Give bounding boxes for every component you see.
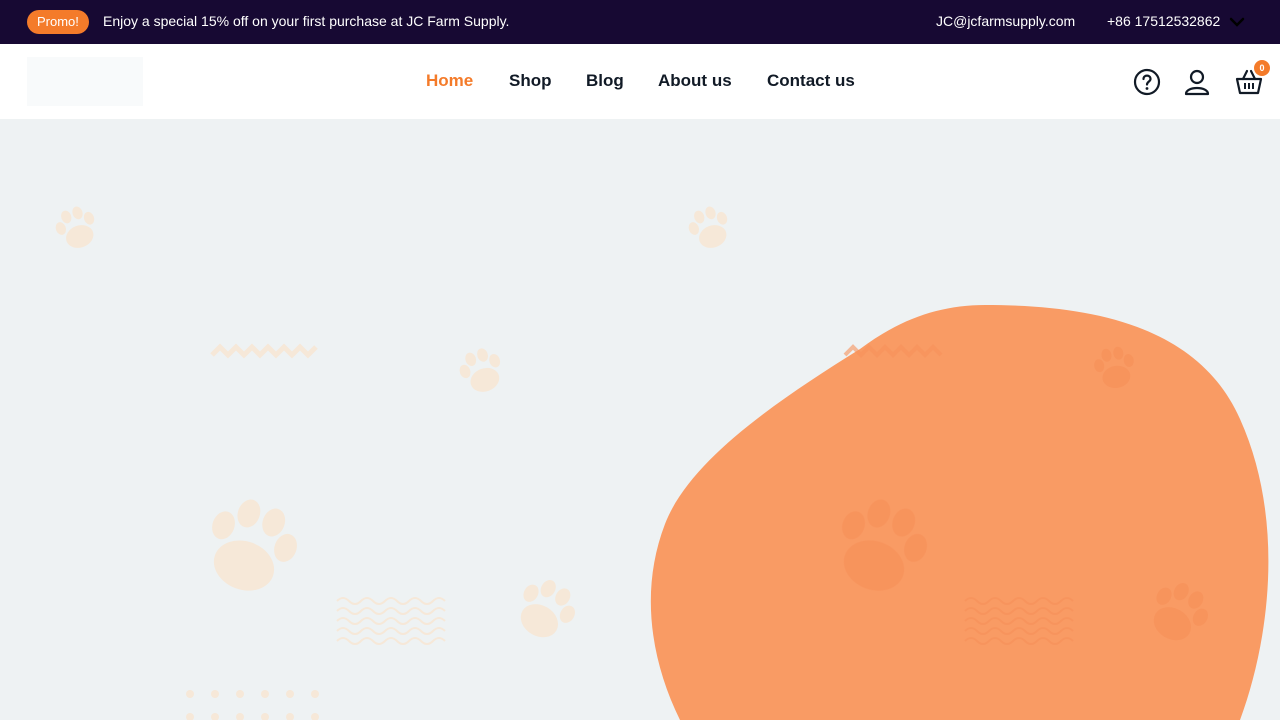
promo-text: Enjoy a special 15% off on your first pu… xyxy=(103,13,510,29)
hero-section xyxy=(0,119,1280,720)
promo-badge: Promo! xyxy=(27,10,89,34)
paw-print-icon xyxy=(454,343,509,398)
nav-blog[interactable]: Blog xyxy=(586,71,624,91)
paw-print-icon xyxy=(507,570,585,649)
paw-print-icon xyxy=(194,489,308,604)
zigzag-decoration xyxy=(210,343,318,359)
cart-count-badge: 0 xyxy=(1254,60,1270,76)
paw-print-icon xyxy=(683,201,736,254)
user-icon[interactable] xyxy=(1183,68,1211,96)
site-header: Home Shop Blog About us Contact us xyxy=(0,44,1280,119)
contact-phone[interactable]: +86 17512532862 xyxy=(1107,13,1220,29)
nav-shop[interactable]: Shop xyxy=(509,71,552,91)
nav-about-us[interactable]: About us xyxy=(658,71,732,91)
nav-contact-us[interactable]: Contact us xyxy=(767,71,855,91)
contact-email-link[interactable]: JC@jcfarmsupply.com xyxy=(936,13,1075,29)
hero-blob xyxy=(650,305,1269,720)
question-circle-icon[interactable] xyxy=(1133,68,1161,96)
chevron-down-icon[interactable] xyxy=(1228,13,1246,31)
main-nav: Home Shop Blog About us Contact us xyxy=(0,71,1280,95)
dot-decoration xyxy=(186,690,319,720)
nav-home[interactable]: Home xyxy=(426,71,473,91)
paw-print-icon xyxy=(50,201,103,254)
hero-background xyxy=(50,201,1269,720)
promo-bar: Promo! Enjoy a special 15% off on your f… xyxy=(0,0,1280,44)
wave-decoration xyxy=(336,597,446,645)
